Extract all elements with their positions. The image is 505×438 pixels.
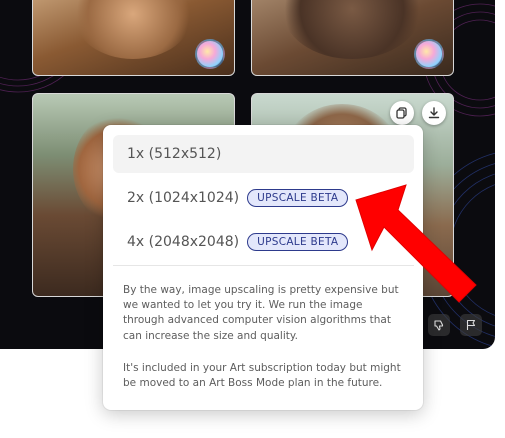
annotation-arrow-icon bbox=[355, 184, 477, 303]
generated-image-2[interactable] bbox=[251, 0, 454, 76]
flag-button[interactable] bbox=[460, 314, 482, 336]
upscale-beta-badge: UPSCALE BETA bbox=[247, 189, 349, 207]
option-label: 4x (2048x2048) bbox=[127, 234, 240, 250]
flag-icon bbox=[466, 319, 476, 330]
generated-image-1[interactable] bbox=[32, 0, 235, 76]
dislike-button[interactable] bbox=[428, 314, 450, 336]
subscription-info-text: It's included in your Art subscription t… bbox=[123, 362, 401, 390]
option-label: 1x (512x512) bbox=[127, 146, 222, 162]
download-button[interactable] bbox=[422, 101, 446, 125]
image-subject bbox=[282, 0, 422, 59]
ai-avatar-icon bbox=[195, 39, 225, 69]
copy-icon bbox=[396, 107, 407, 119]
upscale-beta-badge: UPSCALE BETA bbox=[247, 233, 349, 251]
thumbs-down-icon bbox=[434, 320, 444, 331]
ai-avatar-icon bbox=[414, 39, 444, 69]
download-icon bbox=[428, 107, 440, 119]
image-subject bbox=[73, 0, 193, 59]
upscale-option-1x[interactable]: 1x (512x512) bbox=[113, 135, 414, 173]
option-label: 2x (1024x1024) bbox=[127, 190, 240, 206]
copy-button[interactable] bbox=[390, 101, 414, 125]
